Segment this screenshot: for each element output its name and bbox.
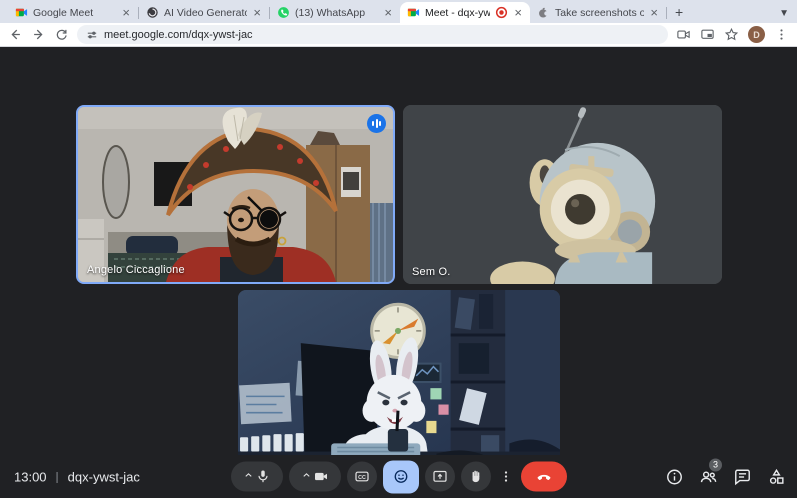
tab-whatsapp[interactable]: (13) WhatsApp × xyxy=(270,2,400,23)
browser-toolbar: meet.google.com/dqx-ywst-jac D xyxy=(0,23,797,47)
url-text: meet.google.com/dqx-ywst-jac xyxy=(104,29,253,41)
apple-favicon-icon xyxy=(537,6,550,19)
camera-options-chevron-icon[interactable] xyxy=(301,468,312,486)
profile-avatar[interactable]: D xyxy=(748,26,765,43)
close-icon[interactable]: × xyxy=(252,6,262,19)
present-to-all-icon xyxy=(432,469,448,485)
smiley-icon xyxy=(393,469,409,485)
tab-strip: Google Meet × AI Video Generator × (13) … xyxy=(0,0,797,23)
microphone-icon xyxy=(255,469,271,485)
browser-chrome: Google Meet × AI Video Generator × (13) … xyxy=(0,0,797,47)
close-icon[interactable]: × xyxy=(649,6,659,19)
mic-options-chevron-icon[interactable] xyxy=(243,468,254,486)
activities-button[interactable] xyxy=(767,467,786,486)
tab-label: (13) WhatsApp xyxy=(295,7,378,19)
chat-icon xyxy=(733,467,752,486)
chat-button[interactable] xyxy=(733,467,752,486)
participant-name: Angelo Ciccaglione xyxy=(87,264,185,276)
more-vert-icon xyxy=(498,469,514,485)
tab-label: Google Meet xyxy=(33,7,116,19)
participants-button[interactable]: 3 xyxy=(699,467,718,486)
bookmark-star-icon[interactable] xyxy=(724,27,739,42)
divider: | xyxy=(56,470,59,484)
meeting-info: 13:00 | dqx-ywst-jac xyxy=(14,469,140,484)
video-tile-diana[interactable]: Diana Ferro xyxy=(238,290,560,472)
meet-stage: Angelo Ciccaglione Sem O. xyxy=(0,47,797,498)
close-icon[interactable]: × xyxy=(383,6,393,19)
camera-in-use-icon[interactable] xyxy=(676,27,691,42)
recording-indicator-icon xyxy=(495,6,508,19)
sem-video-feed xyxy=(403,105,722,284)
tab-label: AI Video Generator xyxy=(164,7,247,19)
call-end-icon xyxy=(536,469,552,485)
tab-label: Meet - dqx-ywst-jac xyxy=(425,7,490,19)
whatsapp-favicon-icon xyxy=(277,6,290,19)
activities-icon xyxy=(767,467,786,486)
tab-capture-icon[interactable] xyxy=(700,27,715,42)
camera-button[interactable] xyxy=(289,462,341,492)
more-options-button[interactable] xyxy=(497,462,515,492)
forward-icon[interactable] xyxy=(31,27,46,42)
audio-activity-icon xyxy=(367,114,386,133)
close-icon[interactable]: × xyxy=(121,6,131,19)
tab-take-screenshots[interactable]: Take screenshots or screen re × xyxy=(530,2,666,23)
browser-menu-icon[interactable] xyxy=(774,27,789,42)
videocam-icon xyxy=(313,469,329,485)
info-icon xyxy=(665,467,684,486)
swirl-favicon-icon xyxy=(146,6,159,19)
raise-hand-icon xyxy=(468,469,484,485)
call-controls: CC xyxy=(231,460,567,493)
chevron-down-icon[interactable]: ▼ xyxy=(779,8,789,19)
address-bar[interactable]: meet.google.com/dqx-ywst-jac xyxy=(77,25,668,44)
tab-ai-video-generator[interactable]: AI Video Generator × xyxy=(139,2,269,23)
site-info-icon[interactable] xyxy=(86,29,98,41)
reload-icon[interactable] xyxy=(54,27,69,42)
close-icon[interactable]: × xyxy=(513,6,523,19)
clock-time: 13:00 xyxy=(14,469,47,484)
reactions-button[interactable] xyxy=(383,460,419,493)
participant-name: Sem O. xyxy=(412,266,451,278)
diana-video-feed xyxy=(238,290,560,472)
end-call-button[interactable] xyxy=(521,462,567,492)
meet-favicon-icon xyxy=(15,6,28,19)
angelo-video-feed xyxy=(78,107,393,282)
captions-button[interactable]: CC xyxy=(347,462,377,492)
tab-separator xyxy=(666,7,667,19)
tab-meet-active[interactable]: Meet - dqx-ywst-jac × xyxy=(400,2,530,23)
tab-label: Take screenshots or screen re xyxy=(555,7,644,19)
back-icon[interactable] xyxy=(8,27,23,42)
meeting-code: dqx-ywst-jac xyxy=(68,469,140,484)
svg-text:CC: CC xyxy=(358,475,366,481)
video-tile-angelo[interactable]: Angelo Ciccaglione xyxy=(76,105,395,284)
meet-favicon-icon xyxy=(407,6,420,19)
tab-google-meet[interactable]: Google Meet × xyxy=(8,2,138,23)
meet-footer: 13:00 | dqx-ywst-jac CC xyxy=(0,455,797,498)
captions-icon: CC xyxy=(354,469,370,485)
meeting-panels: 3 xyxy=(665,467,786,486)
new-tab-button[interactable]: + xyxy=(675,4,683,20)
mic-button[interactable] xyxy=(231,462,283,492)
participants-count-badge: 3 xyxy=(709,458,722,471)
present-screen-button[interactable] xyxy=(425,462,455,492)
video-tile-sem[interactable]: Sem O. xyxy=(403,105,722,284)
raise-hand-button[interactable] xyxy=(461,462,491,492)
meeting-details-button[interactable] xyxy=(665,467,684,486)
toolbar-right: D xyxy=(676,26,789,43)
